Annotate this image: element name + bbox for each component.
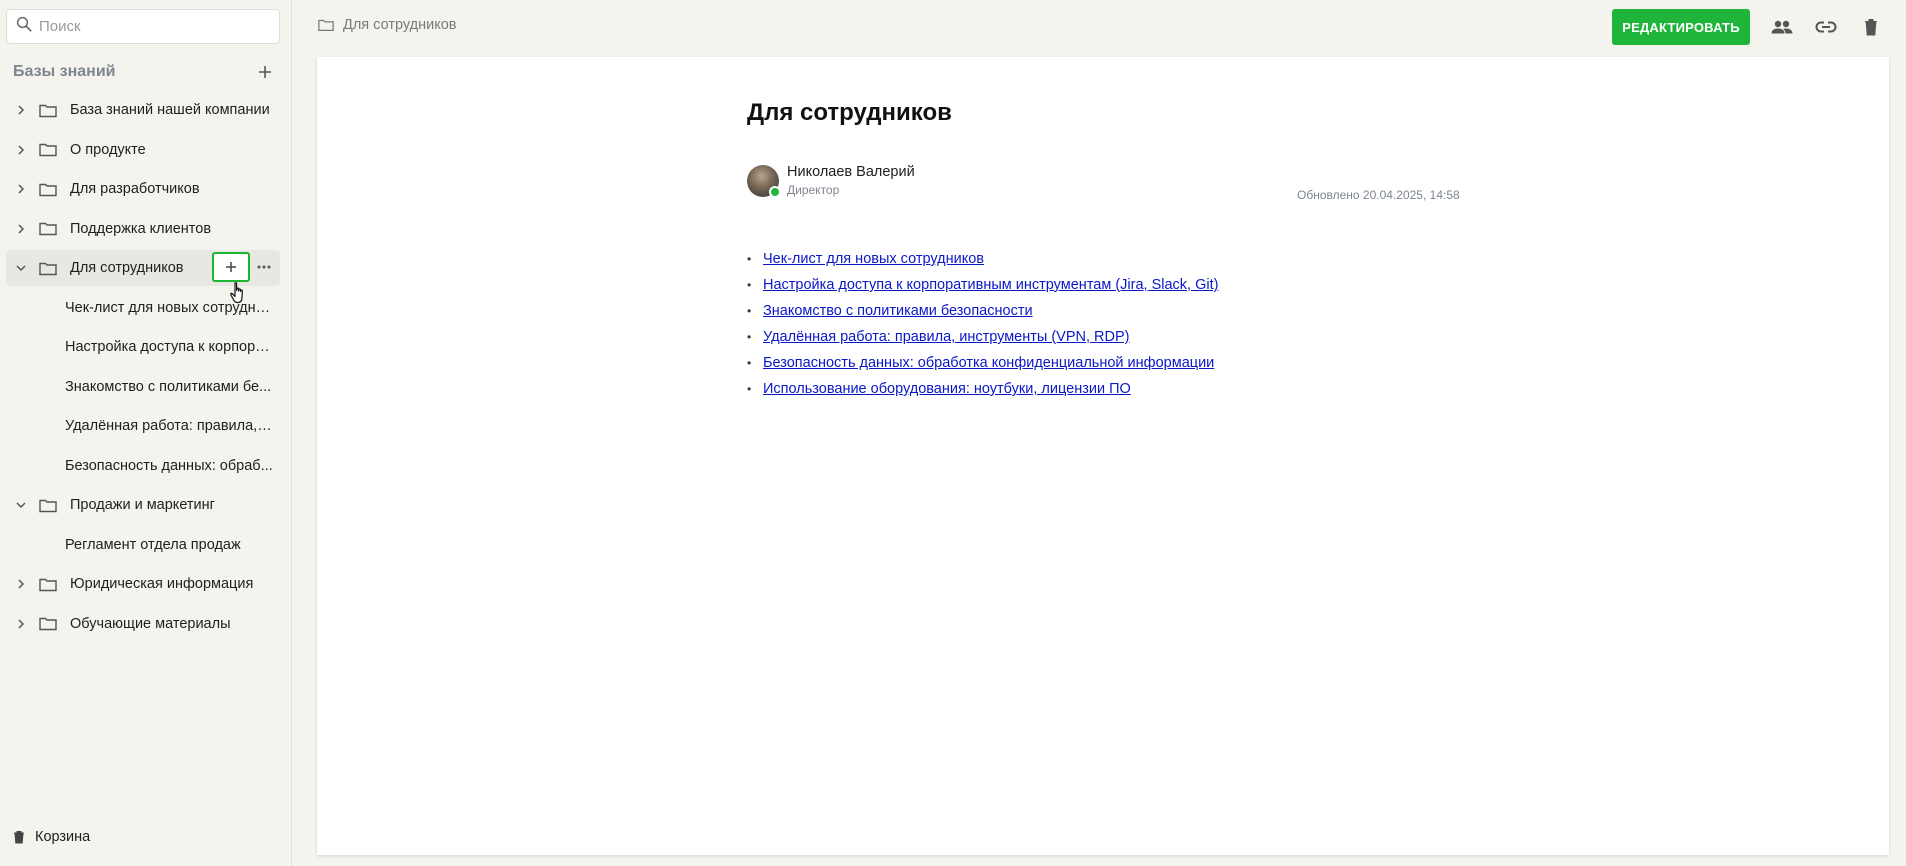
folder-icon xyxy=(38,179,58,199)
search-box[interactable] xyxy=(6,9,280,44)
tree-page[interactable]: Настройка доступа к корпора... xyxy=(6,329,280,365)
add-kb-button[interactable] xyxy=(255,62,275,82)
list-item: • Удалённая работа: правила, инструменты … xyxy=(747,324,1218,350)
more-options-button[interactable] xyxy=(254,252,274,282)
folder-icon xyxy=(38,574,58,594)
author-name: Николаев Валерий xyxy=(787,164,915,180)
updated-timestamp: Обновлено 20.04.2025, 14:58 xyxy=(1297,188,1460,202)
tree-item-label: Регламент отдела продаж xyxy=(65,536,241,553)
folder-icon xyxy=(38,219,58,239)
chevron-right-icon[interactable] xyxy=(6,211,36,247)
tree-folder[interactable]: Обучающие материалы xyxy=(6,606,280,642)
document-link[interactable]: Использование оборудования: ноутбуки, ли… xyxy=(763,381,1131,397)
tree-page[interactable]: Знакомство с политиками бе... xyxy=(6,369,280,405)
tree-folder[interactable]: Юридическая информация xyxy=(6,566,280,602)
bullet: • xyxy=(747,356,752,370)
folder-icon xyxy=(38,495,58,515)
chevron-right-icon[interactable] xyxy=(6,92,36,128)
online-status-dot xyxy=(769,185,781,198)
plus-icon xyxy=(259,66,271,78)
document-link[interactable]: Чек-лист для новых сотрудников xyxy=(763,251,984,267)
tree-item-label: Чек-лист для новых сотрудни... xyxy=(65,299,273,316)
chevron-right-icon[interactable] xyxy=(6,606,36,642)
bullet: • xyxy=(747,304,752,318)
chevron-down-icon[interactable] xyxy=(6,487,36,523)
author-block: Николаев Валерий Директор xyxy=(747,164,915,198)
kb-header: Базы знаний xyxy=(13,62,275,82)
plus-icon xyxy=(226,262,236,272)
tree-item-label: Обучающие материалы xyxy=(70,615,231,632)
sidebar: Базы знаний База знаний нашей компании О… xyxy=(0,0,292,866)
tree-item-label: Знакомство с политиками бе... xyxy=(65,378,272,395)
tree-page[interactable]: Регламент отдела продаж xyxy=(6,527,280,563)
list-item: • Безопасность данных: обработка конфиден… xyxy=(747,350,1218,376)
tree-page[interactable]: Удалённая работа: правила, ... xyxy=(6,408,280,444)
tree-folder-active[interactable]: Для сотрудников xyxy=(6,250,280,286)
bullet: • xyxy=(747,330,752,344)
bullet: • xyxy=(747,252,752,266)
tree-folder[interactable]: База знаний нашей компании xyxy=(6,92,280,128)
trash-label: Корзина xyxy=(35,829,91,845)
search-input[interactable] xyxy=(39,18,269,35)
tree-item-label: Юридическая информация xyxy=(70,576,254,592)
folder-icon xyxy=(318,19,334,31)
kb-section-title: Базы знаний xyxy=(13,63,116,80)
tree-page[interactable]: Безопасность данных: обраб... xyxy=(6,448,280,484)
tree-item-label: Удалённая работа: правила, ... xyxy=(65,418,273,434)
trash-icon xyxy=(14,831,24,844)
document-link[interactable]: Знакомство с политиками безопасности xyxy=(763,303,1033,319)
tree-item-label: Для разработчиков xyxy=(70,181,200,197)
link-icon[interactable] xyxy=(1813,15,1839,39)
document-link-list: • Чек-лист для новых сотрудников • Настрой… xyxy=(747,246,1218,402)
tree-folder[interactable]: Для разработчиков xyxy=(6,171,280,207)
ellipsis-icon xyxy=(257,265,271,269)
document-panel: Для сотрудников Николаев Валерий Директо… xyxy=(317,57,1889,855)
folder-icon xyxy=(38,140,58,160)
folder-icon xyxy=(38,100,58,120)
tree-item-label: О продукте xyxy=(70,141,146,158)
author-role: Директор xyxy=(787,183,840,197)
search-icon xyxy=(15,15,33,38)
tree-item-label: Поддержка клиентов xyxy=(70,220,212,237)
chevron-right-icon[interactable] xyxy=(6,132,36,168)
chevron-right-icon[interactable] xyxy=(6,171,36,207)
document-link[interactable]: Удалённая работа: правила, инструменты (… xyxy=(763,329,1130,345)
page-title: Для сотрудников xyxy=(747,99,952,126)
tree-item-actions xyxy=(212,252,274,282)
tree-page[interactable]: Чек-лист для новых сотрудни... xyxy=(6,290,280,326)
edit-button[interactable]: РЕДАКТИРОВАТЬ xyxy=(1612,9,1750,45)
list-item: • Чек-лист для новых сотрудников xyxy=(747,246,1218,272)
document-link[interactable]: Настройка доступа к корпоративным инстру… xyxy=(763,277,1218,293)
author-info: Николаев Валерий Директор xyxy=(787,164,915,197)
kb-tree: База знаний нашей компании О продукте Дл… xyxy=(6,92,280,645)
add-page-button[interactable] xyxy=(212,252,250,282)
list-item: • Настройка доступа к корпоративным инстр… xyxy=(747,272,1218,298)
tree-folder[interactable]: О продукте xyxy=(6,132,280,168)
tree-item-label: Для сотрудников xyxy=(70,260,184,276)
folder-icon xyxy=(38,614,58,634)
folder-icon xyxy=(38,258,58,278)
document-link[interactable]: Безопасность данных: обработка конфиденц… xyxy=(763,355,1214,371)
breadcrumb: Для сотрудников xyxy=(318,17,456,33)
tree-item-label: Настройка доступа к корпора... xyxy=(65,339,273,355)
chevron-down-icon[interactable] xyxy=(6,250,36,286)
people-icon[interactable] xyxy=(1769,15,1795,39)
list-item: • Знакомство с политиками безопасности xyxy=(747,298,1218,324)
tree-folder[interactable]: Продажи и маркетинг xyxy=(6,487,280,523)
trash-icon[interactable] xyxy=(1858,15,1884,39)
avatar[interactable] xyxy=(747,164,781,198)
bullet: • xyxy=(747,278,752,292)
bullet: • xyxy=(747,382,752,396)
trash-link[interactable]: Корзина xyxy=(13,829,90,845)
list-item: • Использование оборудования: ноутбуки, л… xyxy=(747,376,1218,402)
tree-item-label: Продажи и маркетинг xyxy=(70,497,215,513)
tree-folder[interactable]: Поддержка клиентов xyxy=(6,211,280,247)
tree-item-label: Безопасность данных: обраб... xyxy=(65,457,273,474)
breadcrumb-label[interactable]: Для сотрудников xyxy=(343,17,456,33)
tree-item-label: База знаний нашей компании xyxy=(70,102,270,118)
chevron-right-icon[interactable] xyxy=(6,566,36,602)
